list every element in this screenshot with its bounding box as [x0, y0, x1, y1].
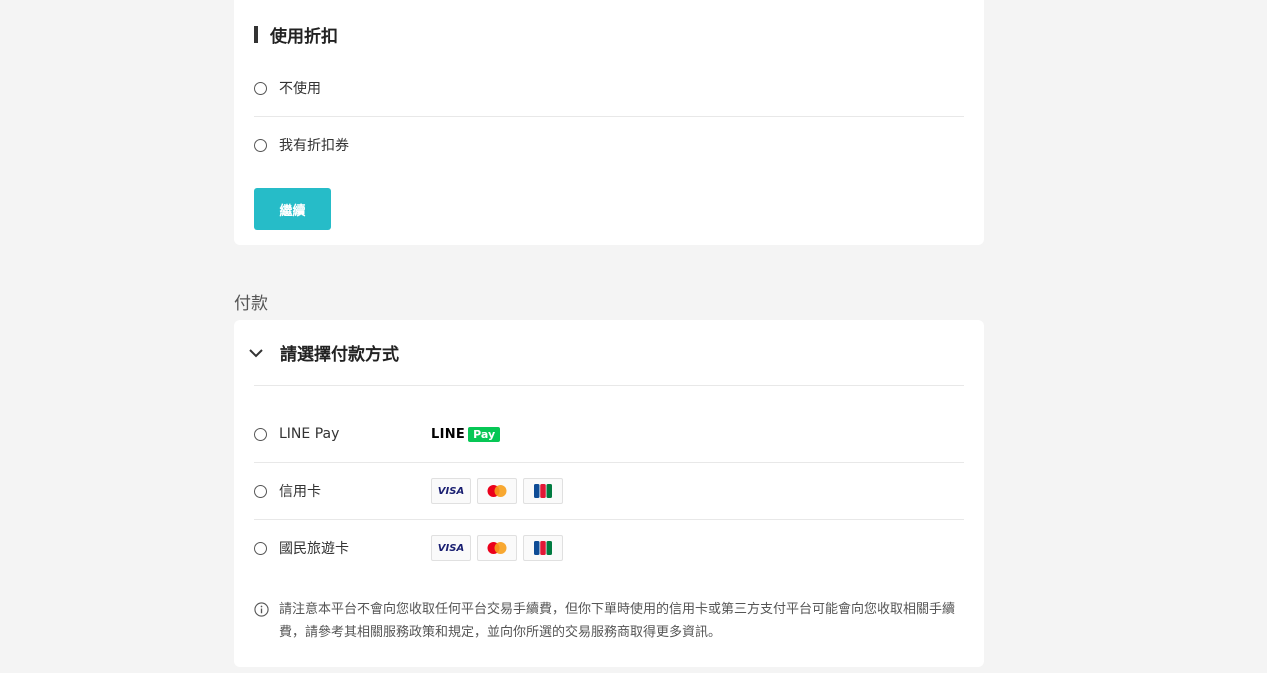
visa-logo: VISA [431, 535, 471, 561]
visa-logo: VISA [431, 478, 471, 504]
title-accent-bar [254, 26, 258, 43]
line-pay-logo: LINE Pay [431, 426, 501, 442]
mastercard-logo-graphic [487, 542, 507, 554]
discount-title: 使用折扣 [254, 22, 338, 47]
radio-button[interactable] [254, 81, 267, 95]
chevron-down-icon[interactable] [248, 345, 264, 361]
jcb-logo [523, 535, 563, 561]
line-pay-logo-pay: Pay [468, 426, 501, 442]
line-pay-logo-line: LINE [431, 426, 466, 442]
jcb-logo-graphic [534, 541, 552, 555]
payment-method-credit-card[interactable]: 信用卡 VISA [254, 477, 964, 505]
mastercard-logo [477, 478, 517, 504]
payment-method-travel-card[interactable]: 國民旅遊卡 VISA [254, 534, 964, 562]
payment-method-linepay[interactable]: LINE Pay LINE Pay [254, 420, 964, 448]
info-icon [254, 602, 269, 617]
method-label: 國民旅遊卡 [279, 541, 349, 557]
visa-logo-text: VISA [437, 485, 465, 497]
card-logos: VISA [431, 535, 563, 561]
radio-button[interactable] [254, 427, 267, 441]
payment-method-toggle[interactable]: 請選擇付款方式 [248, 340, 399, 365]
divider [254, 116, 964, 117]
option-label: 不使用 [279, 81, 321, 97]
method-label: 信用卡 [279, 484, 321, 500]
jcb-logo-graphic [534, 484, 552, 498]
mastercard-logo [477, 535, 517, 561]
discount-card: 使用折扣 不使用 我有折扣券 繼續 [234, 0, 984, 245]
discount-option-coupon[interactable]: 我有折扣券 [254, 135, 964, 155]
radio-button[interactable] [254, 541, 267, 555]
radio-button[interactable] [254, 484, 267, 498]
jcb-logo [523, 478, 563, 504]
card-logos: VISA [431, 478, 563, 504]
discount-title-text: 使用折扣 [270, 27, 338, 47]
payment-section-label: 付款 [234, 294, 268, 314]
mastercard-logo-graphic [487, 485, 507, 497]
option-label: 我有折扣券 [279, 138, 349, 154]
visa-logo-text: VISA [437, 542, 465, 554]
divider [254, 519, 964, 520]
fee-notice: 請注意本平台不會向您收取任何平台交易手續費，但你下單時使用的信用卡或第三方支付平… [254, 598, 964, 644]
radio-button[interactable] [254, 138, 267, 152]
fee-notice-text: 請注意本平台不會向您收取任何平台交易手續費，但你下單時使用的信用卡或第三方支付平… [279, 602, 956, 640]
continue-button[interactable]: 繼續 [254, 188, 331, 230]
method-label: LINE Pay [279, 426, 340, 442]
payment-header-text: 請選擇付款方式 [280, 345, 399, 365]
divider [254, 385, 964, 386]
divider [254, 462, 964, 463]
discount-option-none[interactable]: 不使用 [254, 78, 964, 98]
payment-card: 請選擇付款方式 LINE Pay LINE Pay 信用卡 VISA 國民旅遊卡… [234, 320, 984, 667]
